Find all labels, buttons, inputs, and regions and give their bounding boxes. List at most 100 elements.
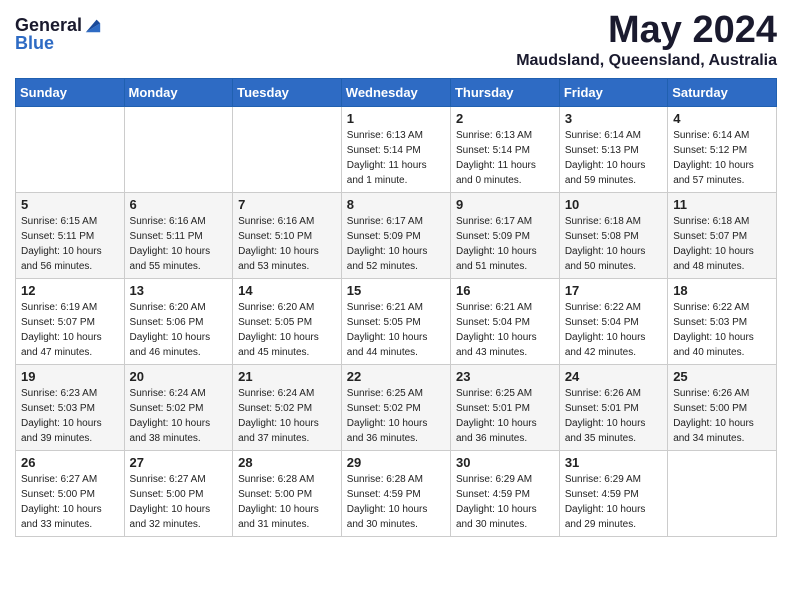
day-info: Sunrise: 6:22 AMSunset: 5:03 PMDaylight:… bbox=[673, 302, 754, 358]
logo-general-text: General bbox=[15, 16, 82, 34]
day-info: Sunrise: 6:13 AMSunset: 5:14 PMDaylight:… bbox=[347, 130, 427, 186]
logo-blue-text: Blue bbox=[15, 34, 102, 52]
logo: General Blue bbox=[15, 16, 102, 52]
day-number: 17 bbox=[565, 283, 662, 298]
day-number: 25 bbox=[673, 369, 771, 384]
table-row: 7 Sunrise: 6:16 AMSunset: 5:10 PMDayligh… bbox=[233, 192, 342, 278]
table-row: 30 Sunrise: 6:29 AMSunset: 4:59 PMDaylig… bbox=[450, 450, 559, 536]
col-wednesday: Wednesday bbox=[341, 78, 450, 106]
day-info: Sunrise: 6:21 AMSunset: 5:04 PMDaylight:… bbox=[456, 302, 537, 358]
table-row: 21 Sunrise: 6:24 AMSunset: 5:02 PMDaylig… bbox=[233, 364, 342, 450]
table-row: 4 Sunrise: 6:14 AMSunset: 5:12 PMDayligh… bbox=[668, 106, 777, 192]
table-row: 10 Sunrise: 6:18 AMSunset: 5:08 PMDaylig… bbox=[559, 192, 667, 278]
calendar-week-row: 19 Sunrise: 6:23 AMSunset: 5:03 PMDaylig… bbox=[16, 364, 777, 450]
day-info: Sunrise: 6:29 AMSunset: 4:59 PMDaylight:… bbox=[456, 474, 537, 530]
day-info: Sunrise: 6:25 AMSunset: 5:02 PMDaylight:… bbox=[347, 388, 428, 444]
day-number: 24 bbox=[565, 369, 662, 384]
day-info: Sunrise: 6:16 AMSunset: 5:10 PMDaylight:… bbox=[238, 216, 319, 272]
table-row: 9 Sunrise: 6:17 AMSunset: 5:09 PMDayligh… bbox=[450, 192, 559, 278]
col-monday: Monday bbox=[124, 78, 233, 106]
day-number: 2 bbox=[456, 111, 554, 126]
table-row: 24 Sunrise: 6:26 AMSunset: 5:01 PMDaylig… bbox=[559, 364, 667, 450]
day-info: Sunrise: 6:17 AMSunset: 5:09 PMDaylight:… bbox=[456, 216, 537, 272]
table-row bbox=[233, 106, 342, 192]
day-number: 16 bbox=[456, 283, 554, 298]
table-row: 13 Sunrise: 6:20 AMSunset: 5:06 PMDaylig… bbox=[124, 278, 233, 364]
table-row bbox=[16, 106, 125, 192]
day-number: 28 bbox=[238, 455, 336, 470]
table-row bbox=[124, 106, 233, 192]
day-number: 3 bbox=[565, 111, 662, 126]
location-subtitle: Maudsland, Queensland, Australia bbox=[516, 52, 777, 70]
day-number: 15 bbox=[347, 283, 445, 298]
day-info: Sunrise: 6:28 AMSunset: 4:59 PMDaylight:… bbox=[347, 474, 428, 530]
day-info: Sunrise: 6:21 AMSunset: 5:05 PMDaylight:… bbox=[347, 302, 428, 358]
table-row: 8 Sunrise: 6:17 AMSunset: 5:09 PMDayligh… bbox=[341, 192, 450, 278]
table-row: 29 Sunrise: 6:28 AMSunset: 4:59 PMDaylig… bbox=[341, 450, 450, 536]
calendar-week-row: 5 Sunrise: 6:15 AMSunset: 5:11 PMDayligh… bbox=[16, 192, 777, 278]
table-row: 5 Sunrise: 6:15 AMSunset: 5:11 PMDayligh… bbox=[16, 192, 125, 278]
day-number: 19 bbox=[21, 369, 119, 384]
logo-icon bbox=[84, 16, 102, 34]
day-info: Sunrise: 6:18 AMSunset: 5:07 PMDaylight:… bbox=[673, 216, 754, 272]
day-number: 26 bbox=[21, 455, 119, 470]
col-sunday: Sunday bbox=[16, 78, 125, 106]
day-number: 18 bbox=[673, 283, 771, 298]
table-row: 11 Sunrise: 6:18 AMSunset: 5:07 PMDaylig… bbox=[668, 192, 777, 278]
calendar-week-row: 12 Sunrise: 6:19 AMSunset: 5:07 PMDaylig… bbox=[16, 278, 777, 364]
table-row: 31 Sunrise: 6:29 AMSunset: 4:59 PMDaylig… bbox=[559, 450, 667, 536]
table-row: 15 Sunrise: 6:21 AMSunset: 5:05 PMDaylig… bbox=[341, 278, 450, 364]
table-row: 6 Sunrise: 6:16 AMSunset: 5:11 PMDayligh… bbox=[124, 192, 233, 278]
day-info: Sunrise: 6:13 AMSunset: 5:14 PMDaylight:… bbox=[456, 130, 536, 186]
day-info: Sunrise: 6:25 AMSunset: 5:01 PMDaylight:… bbox=[456, 388, 537, 444]
table-row: 22 Sunrise: 6:25 AMSunset: 5:02 PMDaylig… bbox=[341, 364, 450, 450]
day-info: Sunrise: 6:28 AMSunset: 5:00 PMDaylight:… bbox=[238, 474, 319, 530]
day-number: 5 bbox=[21, 197, 119, 212]
table-row: 19 Sunrise: 6:23 AMSunset: 5:03 PMDaylig… bbox=[16, 364, 125, 450]
day-number: 9 bbox=[456, 197, 554, 212]
day-number: 29 bbox=[347, 455, 445, 470]
table-row: 25 Sunrise: 6:26 AMSunset: 5:00 PMDaylig… bbox=[668, 364, 777, 450]
day-info: Sunrise: 6:15 AMSunset: 5:11 PMDaylight:… bbox=[21, 216, 102, 272]
day-number: 30 bbox=[456, 455, 554, 470]
day-number: 11 bbox=[673, 197, 771, 212]
col-saturday: Saturday bbox=[668, 78, 777, 106]
table-row: 20 Sunrise: 6:24 AMSunset: 5:02 PMDaylig… bbox=[124, 364, 233, 450]
day-info: Sunrise: 6:22 AMSunset: 5:04 PMDaylight:… bbox=[565, 302, 646, 358]
table-row: 18 Sunrise: 6:22 AMSunset: 5:03 PMDaylig… bbox=[668, 278, 777, 364]
day-number: 22 bbox=[347, 369, 445, 384]
table-row: 2 Sunrise: 6:13 AMSunset: 5:14 PMDayligh… bbox=[450, 106, 559, 192]
day-info: Sunrise: 6:24 AMSunset: 5:02 PMDaylight:… bbox=[238, 388, 319, 444]
day-number: 7 bbox=[238, 197, 336, 212]
table-row: 1 Sunrise: 6:13 AMSunset: 5:14 PMDayligh… bbox=[341, 106, 450, 192]
day-number: 13 bbox=[130, 283, 228, 298]
day-info: Sunrise: 6:27 AMSunset: 5:00 PMDaylight:… bbox=[130, 474, 211, 530]
title-block: May 2024 Maudsland, Queensland, Australi… bbox=[516, 10, 777, 70]
day-number: 10 bbox=[565, 197, 662, 212]
day-number: 14 bbox=[238, 283, 336, 298]
day-info: Sunrise: 6:17 AMSunset: 5:09 PMDaylight:… bbox=[347, 216, 428, 272]
day-number: 12 bbox=[21, 283, 119, 298]
table-row: 14 Sunrise: 6:20 AMSunset: 5:05 PMDaylig… bbox=[233, 278, 342, 364]
day-number: 1 bbox=[347, 111, 445, 126]
day-info: Sunrise: 6:26 AMSunset: 5:01 PMDaylight:… bbox=[565, 388, 646, 444]
day-info: Sunrise: 6:20 AMSunset: 5:05 PMDaylight:… bbox=[238, 302, 319, 358]
month-year-title: May 2024 bbox=[516, 10, 777, 52]
day-number: 21 bbox=[238, 369, 336, 384]
table-row: 28 Sunrise: 6:28 AMSunset: 5:00 PMDaylig… bbox=[233, 450, 342, 536]
page-header: General Blue May 2024 Maudsland, Queensl… bbox=[15, 10, 777, 70]
day-info: Sunrise: 6:23 AMSunset: 5:03 PMDaylight:… bbox=[21, 388, 102, 444]
calendar-table: Sunday Monday Tuesday Wednesday Thursday… bbox=[15, 78, 777, 537]
day-number: 8 bbox=[347, 197, 445, 212]
day-number: 23 bbox=[456, 369, 554, 384]
day-number: 6 bbox=[130, 197, 228, 212]
day-info: Sunrise: 6:27 AMSunset: 5:00 PMDaylight:… bbox=[21, 474, 102, 530]
day-info: Sunrise: 6:18 AMSunset: 5:08 PMDaylight:… bbox=[565, 216, 646, 272]
col-thursday: Thursday bbox=[450, 78, 559, 106]
day-info: Sunrise: 6:19 AMSunset: 5:07 PMDaylight:… bbox=[21, 302, 102, 358]
table-row bbox=[668, 450, 777, 536]
table-row: 27 Sunrise: 6:27 AMSunset: 5:00 PMDaylig… bbox=[124, 450, 233, 536]
day-info: Sunrise: 6:24 AMSunset: 5:02 PMDaylight:… bbox=[130, 388, 211, 444]
table-row: 17 Sunrise: 6:22 AMSunset: 5:04 PMDaylig… bbox=[559, 278, 667, 364]
day-number: 4 bbox=[673, 111, 771, 126]
